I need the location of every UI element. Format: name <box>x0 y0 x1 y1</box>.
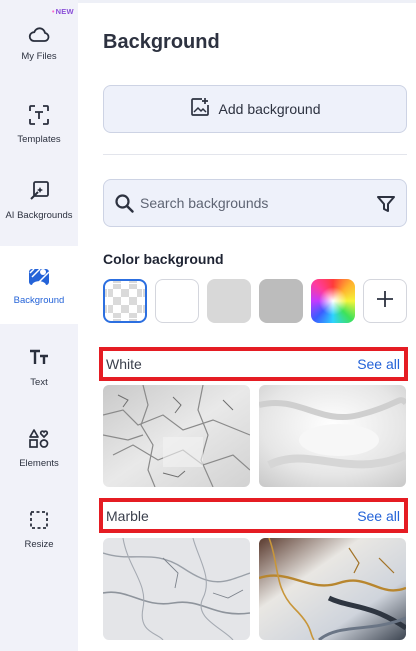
sidebar-item-my-files[interactable]: My Files <box>0 24 78 62</box>
color-background-title: Color background <box>103 251 224 267</box>
search-input[interactable] <box>140 192 360 214</box>
background-panel: Background Add background Color backgrou… <box>78 0 416 651</box>
sidebar-item-ai-backgrounds[interactable]: AI Backgrounds <box>0 180 78 221</box>
color-picker-swatch[interactable] <box>311 279 355 323</box>
new-badge-label: NEW <box>55 7 74 16</box>
background-icon <box>28 265 50 287</box>
see-all-link[interactable]: See all <box>357 508 400 524</box>
category-title: White <box>106 356 142 372</box>
white-background-thumbnail[interactable] <box>103 385 250 487</box>
add-background-button[interactable]: Add background <box>103 85 407 133</box>
cloud-icon <box>28 24 50 46</box>
sidebar-item-label: Elements <box>19 458 59 469</box>
app: •NEW My Files Templates AI Backgrounds B… <box>0 0 416 651</box>
category-header-white: White See all <box>99 347 408 381</box>
sidebar-item-background[interactable]: Background <box>0 246 78 324</box>
sidebar-item-label: Resize <box>24 539 54 550</box>
sidebar-item-label: My Files <box>21 51 57 62</box>
sidebar: •NEW My Files Templates AI Backgrounds B… <box>0 0 78 651</box>
marble-background-thumbnail[interactable] <box>259 538 406 640</box>
swatch-gray[interactable] <box>259 279 303 323</box>
category-title: Marble <box>106 507 149 524</box>
swatch-white[interactable] <box>155 279 199 323</box>
marble-background-thumbnail[interactable] <box>103 538 250 640</box>
search-bar <box>103 179 407 227</box>
sidebar-item-label: Background <box>13 295 65 306</box>
plus-icon <box>376 290 394 313</box>
sidebar-item-elements[interactable]: Elements <box>0 428 78 469</box>
divider <box>103 154 407 155</box>
swatch-light-gray[interactable] <box>207 279 251 323</box>
swatch-transparent[interactable] <box>103 279 147 323</box>
new-badge: •NEW <box>52 7 74 16</box>
sidebar-item-label: Templates <box>17 134 61 145</box>
see-all-link[interactable]: See all <box>357 356 400 372</box>
search-icon <box>115 194 134 218</box>
sidebar-item-label: Text <box>30 377 48 388</box>
sidebar-item-resize[interactable]: Resize <box>0 509 78 550</box>
text-icon <box>28 347 50 369</box>
resize-icon <box>28 509 50 531</box>
templates-icon <box>28 104 50 126</box>
add-color-button[interactable] <box>363 279 407 323</box>
add-image-icon <box>190 97 210 122</box>
sidebar-item-label: AI Backgrounds <box>5 210 73 221</box>
add-background-label: Add background <box>218 101 321 117</box>
white-background-thumbnail[interactable] <box>259 385 406 487</box>
elements-icon <box>28 428 50 450</box>
category-header-marble: Marble See all <box>99 498 408 533</box>
sidebar-item-templates[interactable]: Templates <box>0 104 78 145</box>
ai-backgrounds-icon <box>28 180 50 202</box>
sidebar-item-text[interactable]: Text <box>0 347 78 388</box>
filter-icon[interactable] <box>376 194 396 219</box>
panel-title: Background <box>103 31 220 53</box>
